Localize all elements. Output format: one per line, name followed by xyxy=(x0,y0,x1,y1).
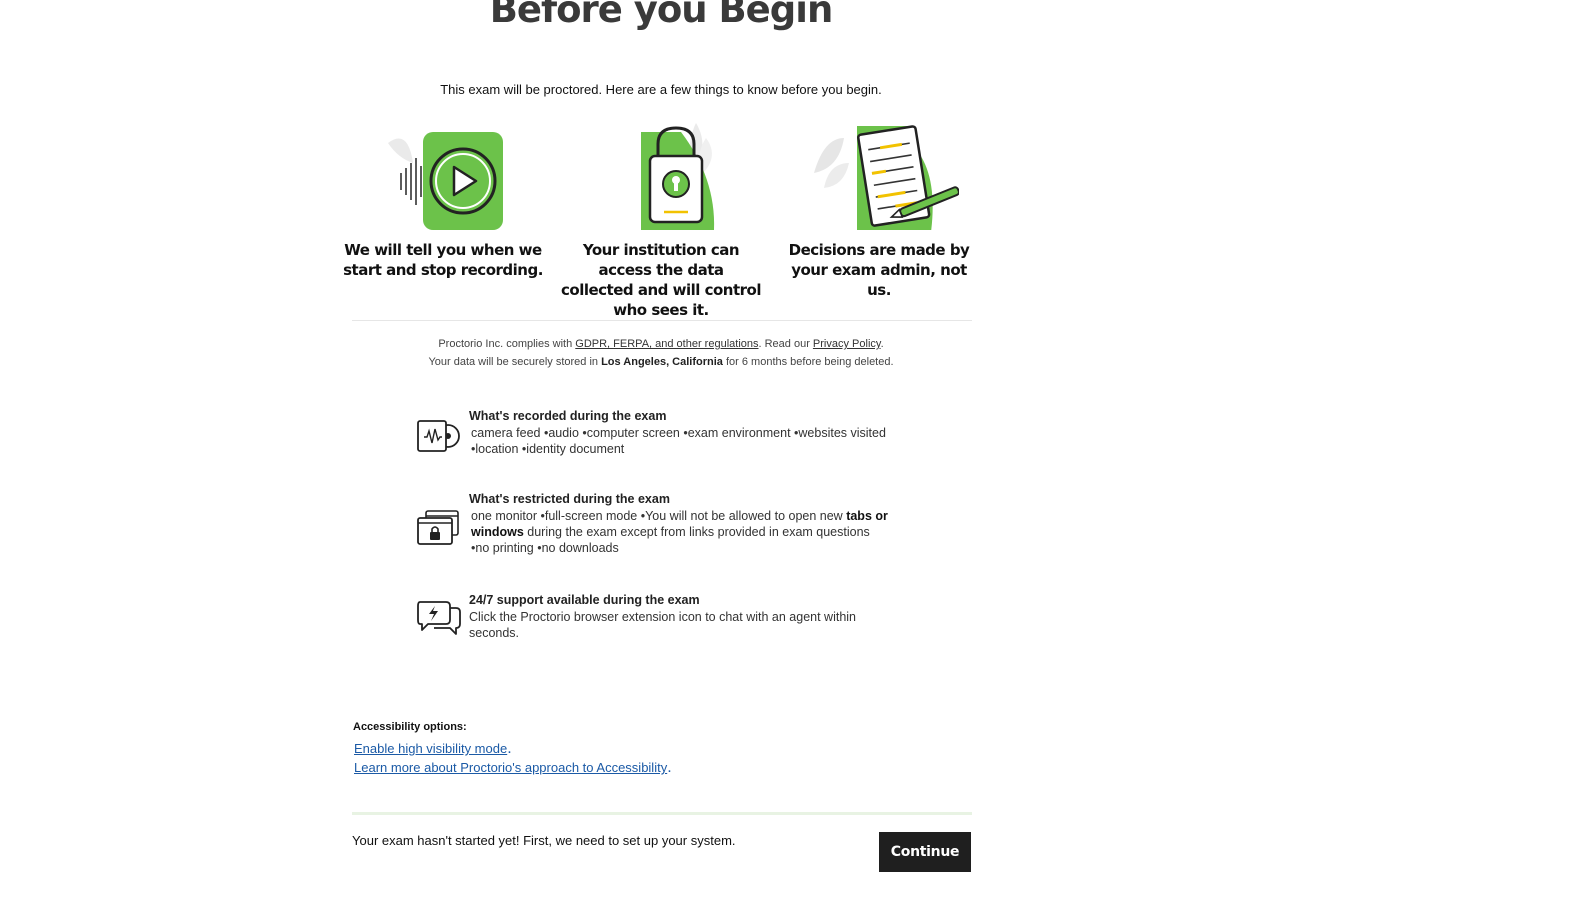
info-restricted-text: one monitor •full-screen mode •You will … xyxy=(471,509,888,555)
privacy-policy-link[interactable]: Privacy Policy xyxy=(813,338,881,350)
padlock-icon xyxy=(641,123,715,230)
card-recording-text: We will tell you when we start and stop … xyxy=(343,241,543,279)
info-recorded-title: What's recorded during the exam xyxy=(469,409,667,423)
locked-windows-icon xyxy=(417,510,459,545)
info-recorded-text: camera feed •audio •computer screen •exa… xyxy=(471,426,886,456)
info-support-body: 24/7 support available during the exam C… xyxy=(469,592,909,641)
document-pen-icon xyxy=(814,125,959,230)
setup-status-text: Your exam hasn't started yet! First, we … xyxy=(352,833,736,848)
card-decisions-text: Decisions are made by your exam admin, n… xyxy=(788,241,970,299)
footer-divider xyxy=(352,812,972,815)
compliance-line: Proctorio Inc. complies with GDPR, FERPA… xyxy=(438,338,884,350)
recording-media-icon xyxy=(417,420,460,452)
intro-text: This exam will be proctored. Here are a … xyxy=(440,82,882,97)
info-recorded-body: What's recorded during the exam camera f… xyxy=(469,408,909,457)
compliance-notice: Proctorio Inc. complies with GDPR, FERPA… xyxy=(0,335,1322,371)
info-restricted-body: What's restricted during the exam one mo… xyxy=(469,491,909,556)
high-visibility-link[interactable]: Enable high visibility mode xyxy=(354,741,507,756)
regulations-link[interactable]: GDPR, FERPA, and other regulations xyxy=(575,338,758,350)
info-support-text: Click the Proctorio browser extension ic… xyxy=(469,610,856,640)
card-decisions: Decisions are made by your exam admin, n… xyxy=(779,118,979,300)
chat-support-icon xyxy=(417,601,461,635)
info-support-title: 24/7 support available during the exam xyxy=(469,593,700,607)
storage-line: Your data will be securely stored in Los… xyxy=(428,356,894,368)
accessibility-link-row-2: Learn more about Proctorio's approach to… xyxy=(354,759,672,776)
divider xyxy=(352,320,972,321)
storage-location: Los Angeles, California xyxy=(601,356,723,368)
info-cards: We will tell you when we start and stop … xyxy=(343,118,972,319)
page-title: Before you Begin xyxy=(489,0,834,31)
info-restricted-title: What's restricted during the exam xyxy=(469,492,670,506)
recording-play-icon xyxy=(388,132,503,230)
card-institution: Your institution can access the data col… xyxy=(561,118,762,320)
continue-button[interactable]: Continue xyxy=(879,832,971,872)
card-recording: We will tell you when we start and stop … xyxy=(343,118,543,280)
accessibility-link-row-1: Enable high visibility mode. xyxy=(354,740,512,757)
accessibility-approach-link[interactable]: Learn more about Proctorio's approach to… xyxy=(354,760,667,775)
before-you-begin-page: Before you Begin This exam will be proct… xyxy=(0,0,1587,910)
card-institution-text: Your institution can access the data col… xyxy=(561,241,762,319)
accessibility-title: Accessibility options: xyxy=(353,721,467,733)
accessibility-options: Accessibility options: Enable high visib… xyxy=(353,721,853,777)
